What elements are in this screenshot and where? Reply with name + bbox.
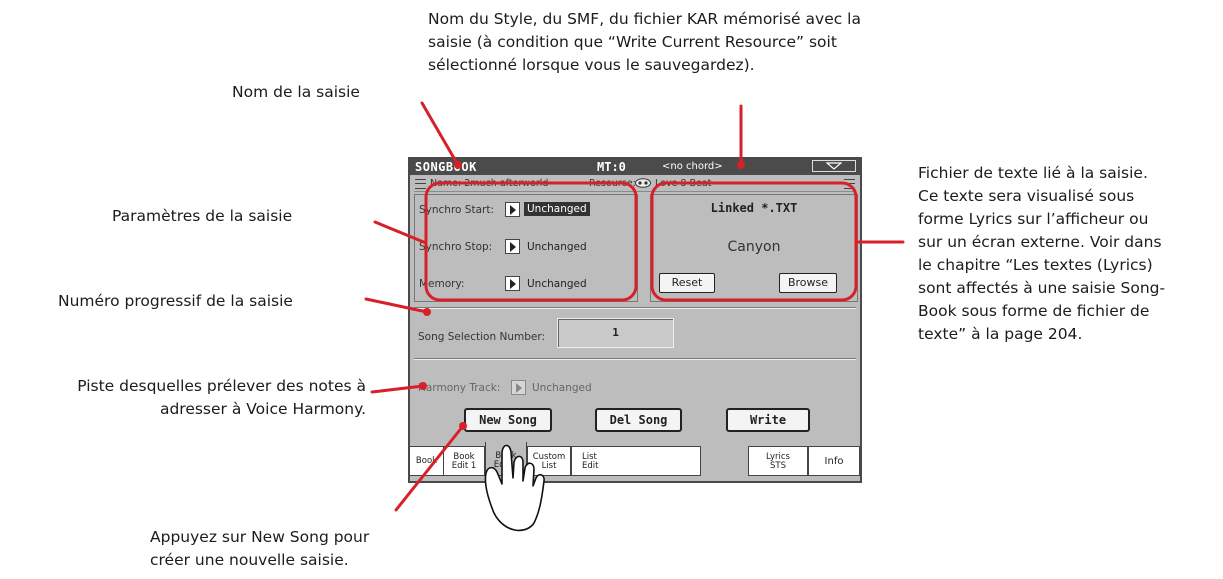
synchro-start-value[interactable]: Unchanged — [524, 202, 590, 216]
tab-custom-list[interactable]: Custom List — [527, 446, 571, 476]
linked-txt-title: Linked *.TXT — [710, 201, 798, 215]
hamburger-icon — [415, 179, 426, 189]
play-arrow-icon — [516, 383, 522, 393]
song-selection-label: Song Selection Number: — [418, 331, 546, 343]
callout-line-entry-name — [420, 101, 460, 167]
tab-book-edit-2[interactable]: Book Edit 2 — [485, 442, 527, 476]
header-bar: SONGBOOK MT:0 <no chord> — [410, 159, 860, 175]
page-menu-button[interactable] — [812, 160, 856, 172]
resource-note: Nom du Style, du SMF, du fichier KAR mém… — [428, 10, 861, 74]
tab-book[interactable]: Book — [409, 446, 444, 476]
new-song-note: Appuyez sur New Song pour créer une nouv… — [150, 528, 370, 569]
tab-book-edit-1[interactable]: Book Edit 1 — [443, 446, 485, 476]
harmony-track-label: Harmony Track: — [418, 382, 501, 394]
harmony-track-note: Piste desquelles prélever des notes à ad… — [77, 377, 366, 418]
browse-button[interactable]: Browse — [779, 273, 837, 293]
entry-name: Name: 2much afterworld — [430, 178, 549, 189]
linked-txt-panel: Linked *.TXT Canyon Reset Browse — [650, 194, 858, 302]
write-button[interactable]: Write — [726, 408, 810, 432]
resource-label: Resource: — [589, 178, 636, 189]
reset-button[interactable]: Reset — [659, 273, 715, 293]
resource-value: Love 8 Beat — [655, 178, 712, 189]
song-selection-number-field[interactable]: 1 — [557, 318, 674, 348]
style-resource-icon — [635, 178, 651, 188]
tab-lyrics-sts[interactable]: Lyrics STS — [748, 446, 808, 476]
memory-arrow[interactable] — [505, 276, 520, 291]
harmony-track-value[interactable]: Unchanged — [532, 382, 592, 394]
synchro-start-arrow[interactable] — [505, 202, 520, 217]
tab-info[interactable]: Info — [808, 446, 860, 476]
entry-name-note: Nom de la saisie — [232, 83, 360, 101]
memory-value[interactable]: Unchanged — [527, 278, 587, 290]
entry-name-bar[interactable]: Name: 2much afterworld Resource: Love 8 … — [414, 177, 856, 192]
divider — [414, 358, 856, 360]
progressive-number-note: Numéro progressif de la saisie — [58, 292, 293, 310]
entry-params-note: Paramètres de la saisie — [112, 207, 293, 225]
tab-list-edit[interactable]: List Edit — [571, 446, 701, 476]
master-transpose: MT:0 — [597, 160, 626, 174]
memory-label: Memory: — [419, 278, 465, 290]
harmony-track-arrow[interactable] — [511, 380, 526, 395]
linked-text-note: Fichier de texte lié à la saisie. Ce tex… — [918, 164, 1166, 343]
entry-parameters-panel: Synchro Start: Unchanged Synchro Stop: U… — [414, 194, 638, 302]
new-song-button[interactable]: New Song — [464, 408, 552, 432]
synchro-start-label: Synchro Start: — [419, 204, 494, 216]
chord-display: <no chord> — [662, 161, 723, 172]
page-title: SONGBOOK — [415, 160, 477, 174]
synchro-stop-label: Synchro Stop: — [419, 241, 493, 253]
songbook-screen: SONGBOOK MT:0 <no chord> Name: 2much aft… — [408, 157, 862, 483]
synchro-stop-arrow[interactable] — [505, 239, 520, 254]
play-arrow-icon — [510, 279, 516, 289]
chevron-down-icon — [826, 162, 842, 170]
tab-bar: Book Book Edit 1 Book Edit 2 Custom List Li… — [409, 442, 860, 481]
play-arrow-icon — [510, 242, 516, 252]
hamburger-icon — [844, 179, 855, 189]
play-arrow-icon — [510, 205, 516, 215]
linked-txt-filename: Canyon — [727, 239, 781, 255]
del-song-button[interactable]: Del Song — [595, 408, 682, 432]
synchro-stop-value[interactable]: Unchanged — [527, 241, 587, 253]
divider — [414, 307, 856, 309]
